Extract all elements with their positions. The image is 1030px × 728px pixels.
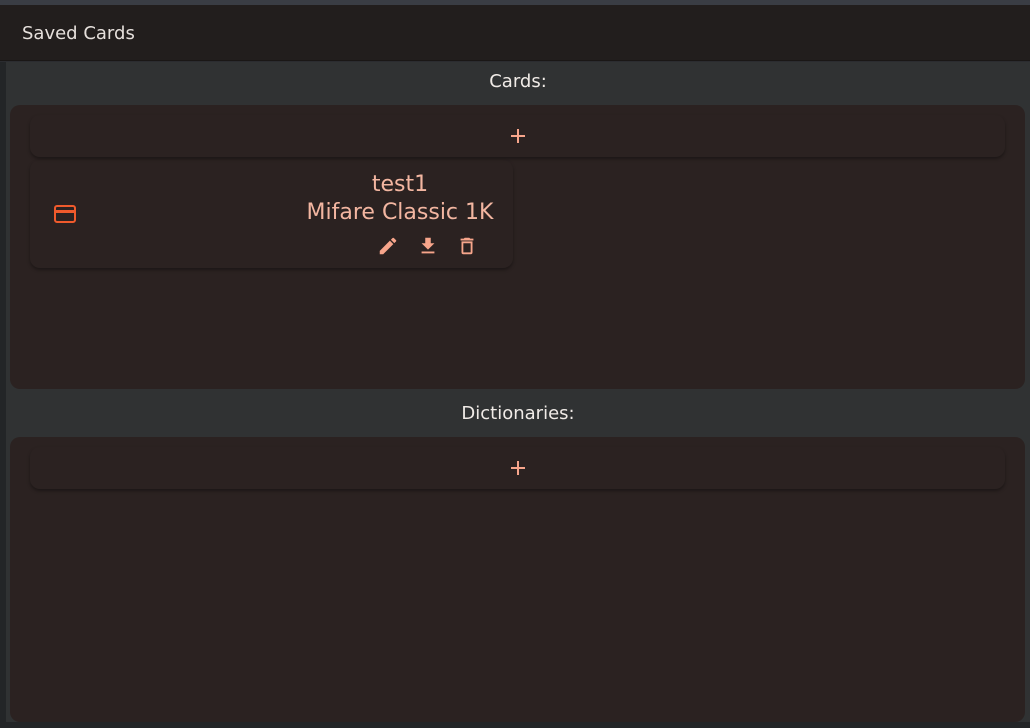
dictionaries-panel [10,437,1025,722]
plus-icon [510,128,526,144]
plus-icon [510,460,526,476]
bottom-strip [0,722,1030,728]
cards-section-title: Cards: [489,71,547,92]
cards-panel: test1 Mifare Classic 1K [10,105,1025,389]
download-button[interactable] [416,234,440,258]
download-icon [421,237,435,254]
add-card-button[interactable] [30,115,1005,157]
card-list-item[interactable]: test1 Mifare Classic 1K [30,160,513,268]
trash-icon [460,237,474,255]
card-type: Mifare Classic 1K [306,200,494,225]
card-name: test1 [371,172,429,197]
pencil-icon [379,237,397,255]
page-title: Saved Cards [22,23,135,44]
main-content: Cards: test1 Mifare Classic 1K Dictionar… [6,62,1030,722]
delete-button[interactable] [455,234,479,258]
edit-button[interactable] [376,234,400,258]
app-header: Saved Cards [0,5,1030,61]
dictionaries-section-title: Dictionaries: [461,403,575,424]
add-dictionary-button[interactable] [30,447,1005,489]
